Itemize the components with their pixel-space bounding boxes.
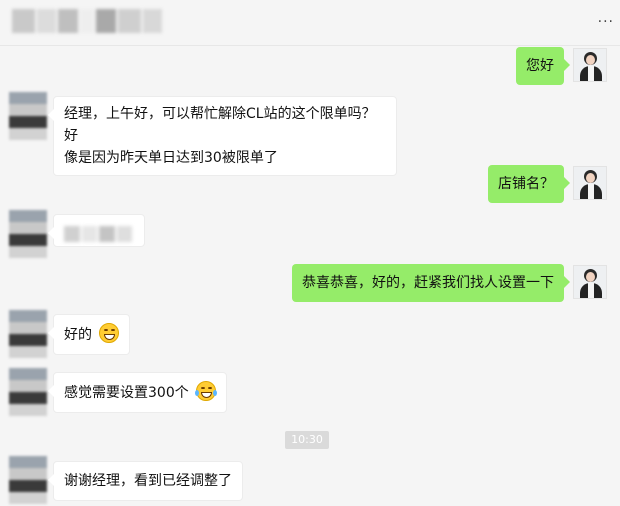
message-bubble-sent[interactable]: 您好 xyxy=(516,47,570,85)
contact-avatar[interactable] xyxy=(9,456,47,504)
contact-avatar[interactable] xyxy=(9,368,47,416)
message-bubble-received[interactable]: 好的 xyxy=(47,314,131,355)
my-avatar[interactable] xyxy=(573,265,607,299)
message-bubble-received[interactable]: 谢谢经理，看到已经调整了 xyxy=(48,461,243,501)
message-text: 像是因为昨天单日达到30被限单了 xyxy=(64,150,278,166)
my-avatar[interactable] xyxy=(573,166,607,200)
contact-avatar[interactable] xyxy=(9,310,47,358)
contact-avatar[interactable] xyxy=(9,92,47,140)
contact-avatar[interactable] xyxy=(9,210,47,258)
grin-emoji-icon xyxy=(99,323,120,343)
message-bubble-sent[interactable]: 店铺名？ xyxy=(488,165,570,203)
message-text: 感觉需要设置300个 xyxy=(64,385,189,401)
message-bubble-sent[interactable]: 恭喜恭喜，好的，赶紧我们找人设置一下 xyxy=(292,264,570,302)
blurred-text xyxy=(64,226,132,242)
chat-title-blurred xyxy=(12,9,163,33)
message-bubble-received[interactable]: 感觉需要设置300个 xyxy=(47,372,228,413)
message-bubble-received[interactable]: 经理，上午好，可以帮忙解除CL站的这个限单吗？好 像是因为昨天单日达到30被限单… xyxy=(48,96,397,176)
message-text: 经理，上午好，可以帮忙解除CL站的这个限单吗？好 xyxy=(64,106,376,144)
chat-header: ··· xyxy=(0,0,620,46)
more-options-icon[interactable]: ··· xyxy=(598,14,614,30)
my-avatar[interactable] xyxy=(573,48,607,82)
message-bubble-received-blurred[interactable] xyxy=(48,214,145,247)
message-text: 好的 xyxy=(64,327,92,343)
tears-of-joy-emoji-icon xyxy=(195,381,218,401)
timestamp: 10:30 xyxy=(285,431,329,449)
